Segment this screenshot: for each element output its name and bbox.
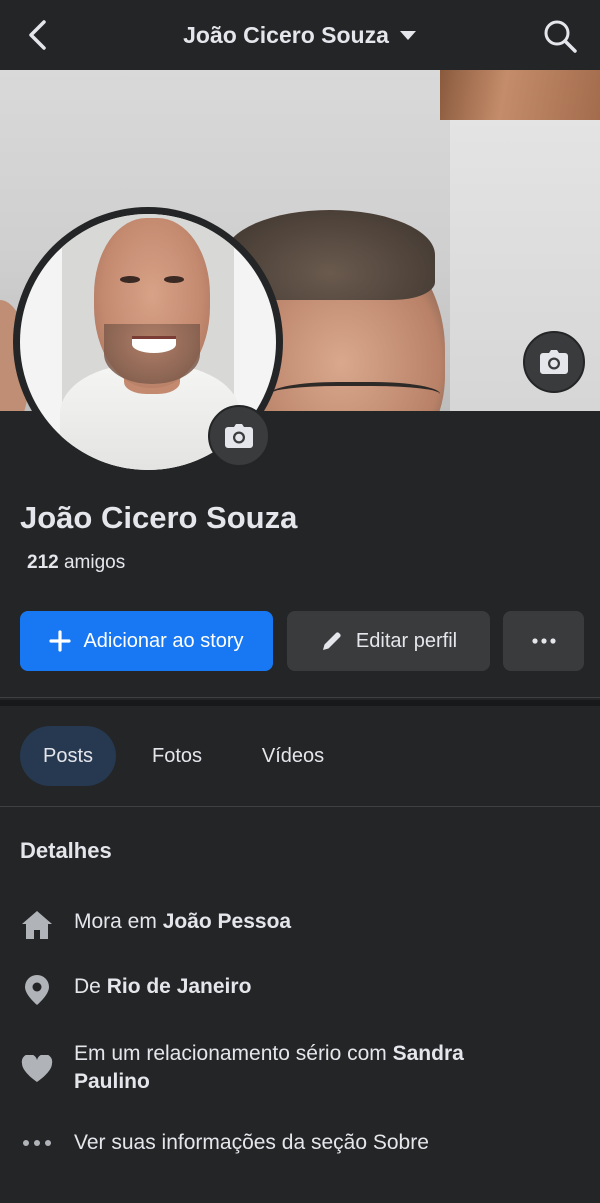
cover-roof [440,70,600,120]
heart-icon [20,1052,54,1086]
divider [0,697,600,698]
add-to-story-button[interactable]: Adicionar ao story [20,611,273,671]
details-heading: Detalhes [20,838,112,863]
edit-profile-button[interactable]: Editar perfil [287,611,490,671]
section-divider [0,700,600,706]
camera-icon [225,424,253,448]
more-dots-icon [20,1126,54,1160]
edit-avatar-button[interactable] [208,405,270,467]
profile-switcher[interactable]: João Cicero Souza [183,22,417,49]
chevron-left-icon [29,20,46,50]
profile-name: João Cicero Souza [20,500,298,535]
avatar-mouth [132,336,176,353]
edit-cover-button[interactable] [523,331,585,393]
pencil-icon [322,632,341,650]
top-bar: João Cicero Souza [0,0,600,70]
friends-count: 212 [27,552,59,573]
from-prefix: De [74,975,107,998]
more-options-button[interactable] [503,611,584,671]
profile-tabs: Posts Fotos Vídeos [20,726,348,786]
tab-videos[interactable]: Vídeos [238,726,348,786]
plus-icon [49,630,72,652]
about-link-label: Ver suas informações da seção Sobre [74,1131,429,1154]
lives-value[interactable]: João Pessoa [163,910,291,933]
more-dots-icon [531,638,556,644]
avatar-eye-left [120,276,140,283]
tab-posts[interactable]: Posts [20,726,116,786]
caret-down-icon [399,31,416,40]
from-value[interactable]: Rio de Janeiro [107,975,252,998]
tab-photos[interactable]: Fotos [116,726,238,786]
lives-prefix: Mora em [74,910,163,933]
detail-relationship: Em um relacionamento sério com Sandra Pa… [20,1040,534,1096]
cover-person-glasses [270,382,440,411]
avatar-eye-right [164,276,184,283]
location-pin-icon [20,973,54,1007]
search-icon [544,20,577,53]
add-to-story-label: Adicionar ao story [83,629,244,652]
back-button[interactable] [22,18,56,52]
friends-count-link[interactable]: 212 amigos [27,552,125,574]
relationship-prefix: Em um relacionamento sério com [74,1042,393,1065]
friends-label: amigos [63,552,126,573]
detail-lives-in: Mora em João Pessoa [20,908,534,942]
avatar-beard [104,324,200,384]
camera-icon [540,350,568,374]
page-title: João Cicero Souza [183,21,389,48]
home-icon [20,908,54,942]
divider [0,806,600,807]
search-button[interactable] [542,18,578,54]
detail-from: De Rio de Janeiro [20,973,534,1007]
see-about-info-link[interactable]: Ver suas informações da seção Sobre [20,1129,534,1160]
edit-profile-label: Editar perfil [355,629,458,652]
